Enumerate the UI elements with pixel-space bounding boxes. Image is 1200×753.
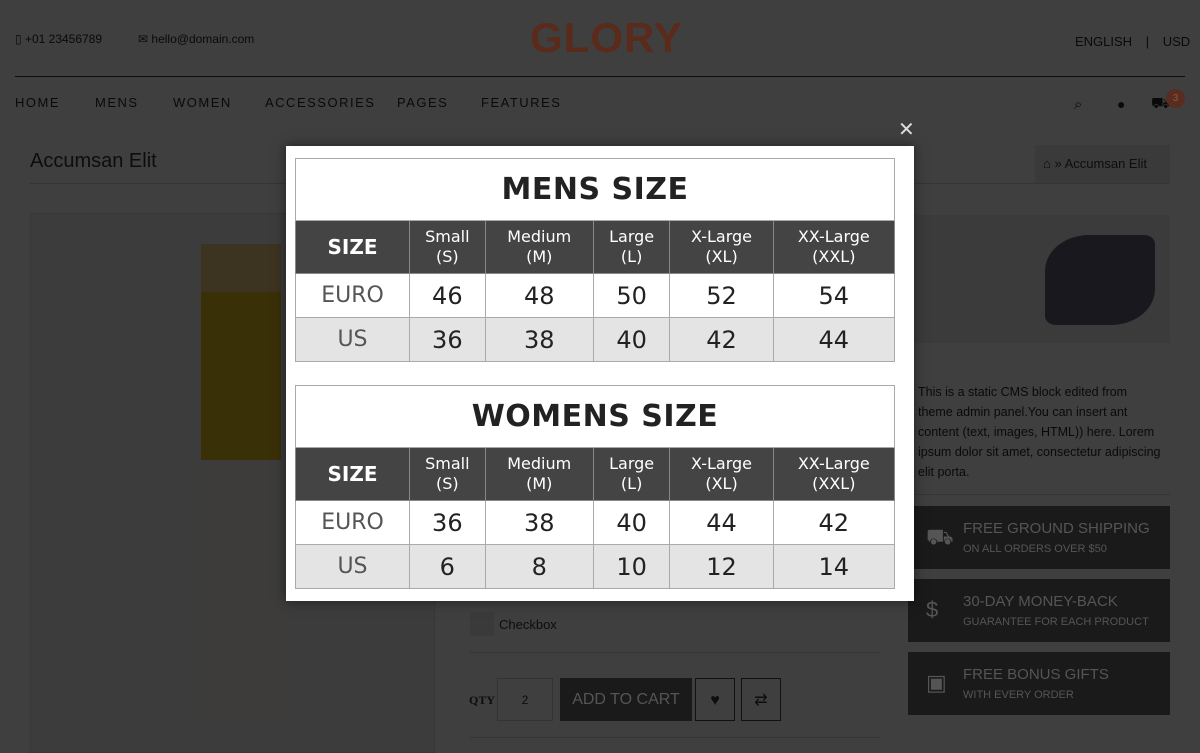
language-select[interactable]: ENGLISH xyxy=(1075,34,1132,49)
logo[interactable]: GLORY xyxy=(530,14,683,62)
qty-label: QTY xyxy=(469,693,496,707)
nav-features[interactable]: FEATURES xyxy=(481,95,561,110)
feature-gifts: ▣ FREE BONUS GIFTS WITH EVERY ORDER xyxy=(908,652,1170,715)
column-header: X-Large (XL) xyxy=(669,447,774,501)
dollar-icon: $ xyxy=(926,597,939,622)
truck-icon: ⛟ xyxy=(926,524,954,549)
column-header: Large (L) xyxy=(592,447,671,501)
column-header: Medium (M) xyxy=(484,220,594,274)
nav-home[interactable]: HOME xyxy=(15,95,60,110)
thumbnail-shoe[interactable] xyxy=(915,215,1170,343)
nav-women[interactable]: WOMEN xyxy=(173,95,232,110)
model-figure xyxy=(201,244,281,724)
size-value: 52 xyxy=(669,273,774,318)
search-icon[interactable]: ⌕ xyxy=(1074,96,1082,113)
womens-size-table: WOMENS SIZE SIZE Small (S) Medium (M) Large … xyxy=(295,385,896,589)
size-value: 40 xyxy=(592,317,671,362)
size-value: 50 xyxy=(592,273,671,318)
breadcrumb: ⌂ » Accumsan Elit xyxy=(1035,145,1170,183)
gift-icon: ▣ xyxy=(926,670,947,695)
cart-count-badge: 3 xyxy=(1166,89,1185,108)
wishlist-heart-icon[interactable]: ♥ xyxy=(695,678,735,721)
nav-mens[interactable]: MENS xyxy=(95,95,139,110)
size-value: 42 xyxy=(772,500,896,545)
table-title: MENS SIZE xyxy=(295,158,895,221)
mens-size-table: MENS SIZE SIZE Small (S) Medium (M) Large (L… xyxy=(295,158,896,362)
size-value: 8 xyxy=(484,544,594,589)
phone-icon: ▯ xyxy=(15,32,22,46)
size-value: 40 xyxy=(592,500,671,545)
size-value: 42 xyxy=(669,317,774,362)
nav-accessories[interactable]: ACCESSORIES xyxy=(265,95,375,110)
table-row: US 6 8 10 12 14 xyxy=(295,544,896,589)
column-header: SIZE xyxy=(295,220,410,274)
region-label: EURO xyxy=(295,273,410,318)
phone: ▯ +01 23456789 xyxy=(15,32,103,46)
email[interactable]: ✉ hello@domain.com xyxy=(138,32,254,46)
checkbox[interactable] xyxy=(470,612,494,636)
size-value: 6 xyxy=(409,544,486,589)
envelope-icon: ✉ xyxy=(138,32,149,46)
shoe-icon xyxy=(1045,235,1155,325)
user-icon[interactable]: ● xyxy=(1117,96,1125,112)
size-value: 38 xyxy=(484,500,594,545)
table-title: WOMENS SIZE xyxy=(295,385,895,448)
size-value: 44 xyxy=(772,317,896,362)
table-row: EURO 46 48 50 52 54 xyxy=(295,273,896,318)
region-label: EURO xyxy=(295,500,410,545)
region-label: US xyxy=(295,317,410,362)
column-header: Large (L) xyxy=(592,220,671,274)
currency-select[interactable]: USD xyxy=(1163,34,1190,49)
size-value: 54 xyxy=(772,273,896,318)
size-chart-modal: MENS SIZE SIZE Small (S) Medium (M) Large (L… xyxy=(286,146,914,601)
column-header: XX-Large (XXL) xyxy=(772,220,896,274)
size-value: 36 xyxy=(409,317,486,362)
qty-input[interactable]: 2 xyxy=(497,678,553,721)
column-header: X-Large (XL) xyxy=(669,220,774,274)
close-icon[interactable]: ✕ xyxy=(898,117,915,142)
size-value: 36 xyxy=(409,500,486,545)
cms-block: This is a static CMS block edited from t… xyxy=(918,385,1161,479)
table-row: EURO 36 38 40 44 42 xyxy=(295,500,896,545)
size-value: 48 xyxy=(484,273,594,318)
size-value: 14 xyxy=(772,544,896,589)
size-value: 12 xyxy=(669,544,774,589)
size-value: 44 xyxy=(669,500,774,545)
add-to-cart-button[interactable]: ADD TO CART xyxy=(560,678,692,721)
nav-pages[interactable]: PAGES xyxy=(397,95,448,110)
region-label: US xyxy=(295,544,410,589)
page-title: Accumsan Elit xyxy=(30,150,157,172)
size-value: 38 xyxy=(484,317,594,362)
column-header: Small (S) xyxy=(409,447,486,501)
home-icon[interactable]: ⌂ xyxy=(1043,156,1051,171)
table-row: US 36 38 40 42 44 xyxy=(295,317,896,362)
feature-money-back: $30-DAY MONEY-BACK GUARANTEE FOR EACH PRO… xyxy=(908,579,1170,642)
compare-arrows-icon[interactable]: ⇄ xyxy=(741,678,781,721)
column-header: XX-Large (XXL) xyxy=(772,447,896,501)
column-header: SIZE xyxy=(295,447,410,501)
feature-shipping: ⛟ FREE GROUND SHIPPING ON ALL ORDERS OVER … xyxy=(908,506,1170,569)
size-value: 10 xyxy=(592,544,671,589)
size-value: 46 xyxy=(409,273,486,318)
divider xyxy=(15,76,1185,77)
column-header: Medium (M) xyxy=(484,447,594,501)
column-header: Small (S) xyxy=(409,220,486,274)
checkbox-label: Checkbox xyxy=(499,617,557,632)
